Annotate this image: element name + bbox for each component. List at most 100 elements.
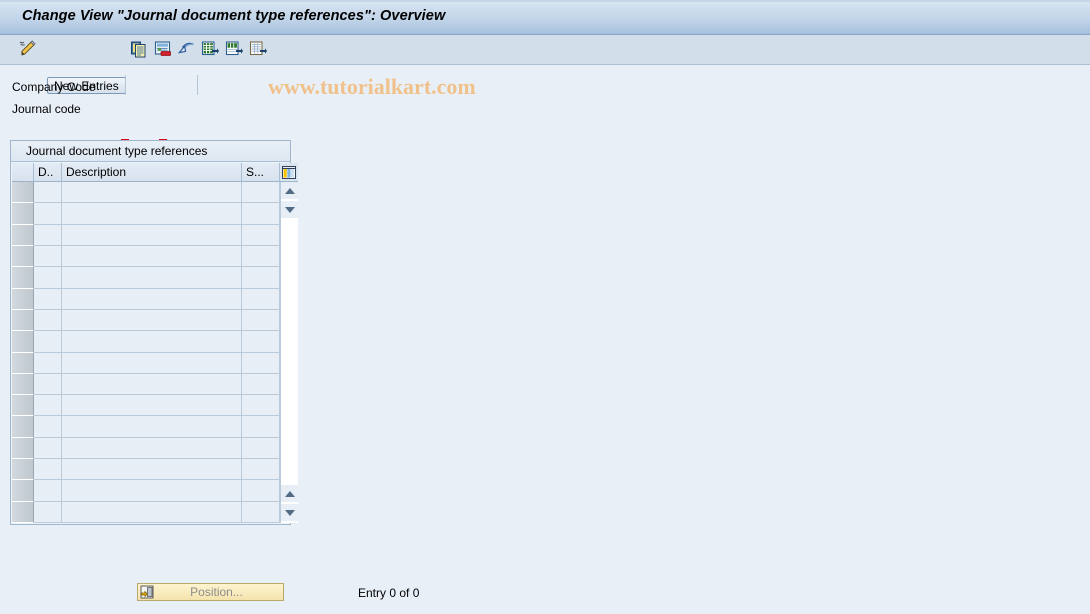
table-row[interactable] (12, 373, 289, 396)
row-selector-cell[interactable] (12, 331, 34, 353)
scroll-down-button[interactable] (281, 201, 298, 218)
cell-description[interactable] (62, 309, 242, 332)
cell-description[interactable] (62, 437, 242, 460)
row-selector-cell[interactable] (12, 203, 34, 225)
entry-count-status: Entry 0 of 0 (358, 586, 420, 600)
row-selector-cell[interactable] (12, 245, 34, 268)
column-header-doc-type[interactable]: D.. (34, 163, 62, 182)
cell-doc-type[interactable] (34, 331, 62, 353)
cell-s[interactable] (242, 352, 280, 374)
cell-doc-type[interactable] (34, 395, 62, 417)
table-row[interactable] (12, 224, 289, 246)
cell-s[interactable] (242, 224, 280, 246)
cell-doc-type[interactable] (34, 267, 62, 289)
cell-description[interactable] (62, 352, 242, 374)
cell-s[interactable] (242, 373, 280, 396)
table-row[interactable] (12, 395, 289, 417)
row-selector-cell[interactable] (12, 352, 34, 374)
cell-s[interactable] (242, 437, 280, 460)
cell-doc-type[interactable] (34, 182, 62, 204)
row-selector-cell[interactable] (12, 501, 34, 523)
cell-description[interactable] (62, 245, 242, 268)
scroll-page-up-button[interactable] (281, 485, 298, 502)
table-row[interactable] (12, 288, 289, 310)
deselect-all-icon[interactable] (248, 38, 268, 60)
cell-description[interactable] (62, 416, 242, 438)
cell-description[interactable] (62, 224, 242, 246)
undo-icon[interactable] (177, 38, 197, 60)
cell-doc-type[interactable] (34, 373, 62, 396)
column-header-select[interactable] (12, 163, 34, 182)
table-row[interactable] (12, 203, 289, 225)
cell-doc-type[interactable] (34, 501, 62, 523)
scroll-up-button[interactable] (281, 182, 298, 199)
scroll-page-down-button[interactable] (281, 504, 298, 521)
column-header-s[interactable]: S... (242, 163, 280, 182)
select-block-icon[interactable] (224, 38, 244, 60)
row-selector-cell[interactable] (12, 288, 34, 310)
cell-s[interactable] (242, 182, 280, 204)
cell-description[interactable] (62, 331, 242, 353)
cell-doc-type[interactable] (34, 245, 62, 268)
cell-description[interactable] (62, 395, 242, 417)
display-change-icon[interactable] (18, 38, 38, 60)
table-row[interactable] (12, 352, 289, 374)
column-header-description[interactable]: Description (62, 163, 242, 182)
select-all-icon[interactable] (200, 38, 220, 60)
row-selector-cell[interactable] (12, 395, 34, 417)
table-row[interactable] (12, 459, 289, 481)
table-row[interactable] (12, 182, 289, 204)
cell-description[interactable] (62, 480, 242, 502)
cell-s[interactable] (242, 245, 280, 268)
table-row[interactable] (12, 245, 289, 268)
cell-description[interactable] (62, 501, 242, 523)
delete-icon[interactable] (153, 38, 173, 60)
row-selector-cell[interactable] (12, 437, 34, 460)
cell-doc-type[interactable] (34, 309, 62, 332)
page-title: Change View "Journal document type refer… (22, 8, 446, 24)
cell-description[interactable] (62, 267, 242, 289)
row-selector-cell[interactable] (12, 480, 34, 502)
cell-doc-type[interactable] (34, 203, 62, 225)
cell-s[interactable] (242, 480, 280, 502)
table-row[interactable] (12, 416, 289, 438)
table-row[interactable] (12, 437, 289, 460)
cell-doc-type[interactable] (34, 288, 62, 310)
cell-doc-type[interactable] (34, 437, 62, 460)
row-selector-cell[interactable] (12, 373, 34, 396)
cell-doc-type[interactable] (34, 224, 62, 246)
table-settings-icon[interactable] (280, 163, 298, 182)
cell-description[interactable] (62, 288, 242, 310)
cell-s[interactable] (242, 288, 280, 310)
cell-doc-type[interactable] (34, 352, 62, 374)
table-row[interactable] (12, 331, 289, 353)
cell-description[interactable] (62, 373, 242, 396)
cell-s[interactable] (242, 501, 280, 523)
table-vertical-scrollbar[interactable] (280, 182, 298, 523)
cell-s[interactable] (242, 309, 280, 332)
cell-doc-type[interactable] (34, 459, 62, 481)
cell-description[interactable] (62, 182, 242, 204)
cell-s[interactable] (242, 416, 280, 438)
row-selector-cell[interactable] (12, 459, 34, 481)
table-row[interactable] (12, 309, 289, 332)
cell-s[interactable] (242, 203, 280, 225)
cell-s[interactable] (242, 267, 280, 289)
table-row[interactable] (12, 267, 289, 289)
row-selector-cell[interactable] (12, 182, 34, 204)
cell-s[interactable] (242, 459, 280, 481)
cell-description[interactable] (62, 203, 242, 225)
cell-s[interactable] (242, 331, 280, 353)
row-selector-cell[interactable] (12, 416, 34, 438)
position-button[interactable]: Position... (137, 583, 284, 601)
cell-s[interactable] (242, 395, 280, 417)
cell-doc-type[interactable] (34, 480, 62, 502)
table-row[interactable] (12, 501, 289, 523)
cell-doc-type[interactable] (34, 416, 62, 438)
row-selector-cell[interactable] (12, 224, 34, 246)
row-selector-cell[interactable] (12, 309, 34, 332)
table-row[interactable] (12, 480, 289, 502)
copy-as-icon[interactable] (129, 38, 149, 60)
row-selector-cell[interactable] (12, 267, 34, 289)
cell-description[interactable] (62, 459, 242, 481)
